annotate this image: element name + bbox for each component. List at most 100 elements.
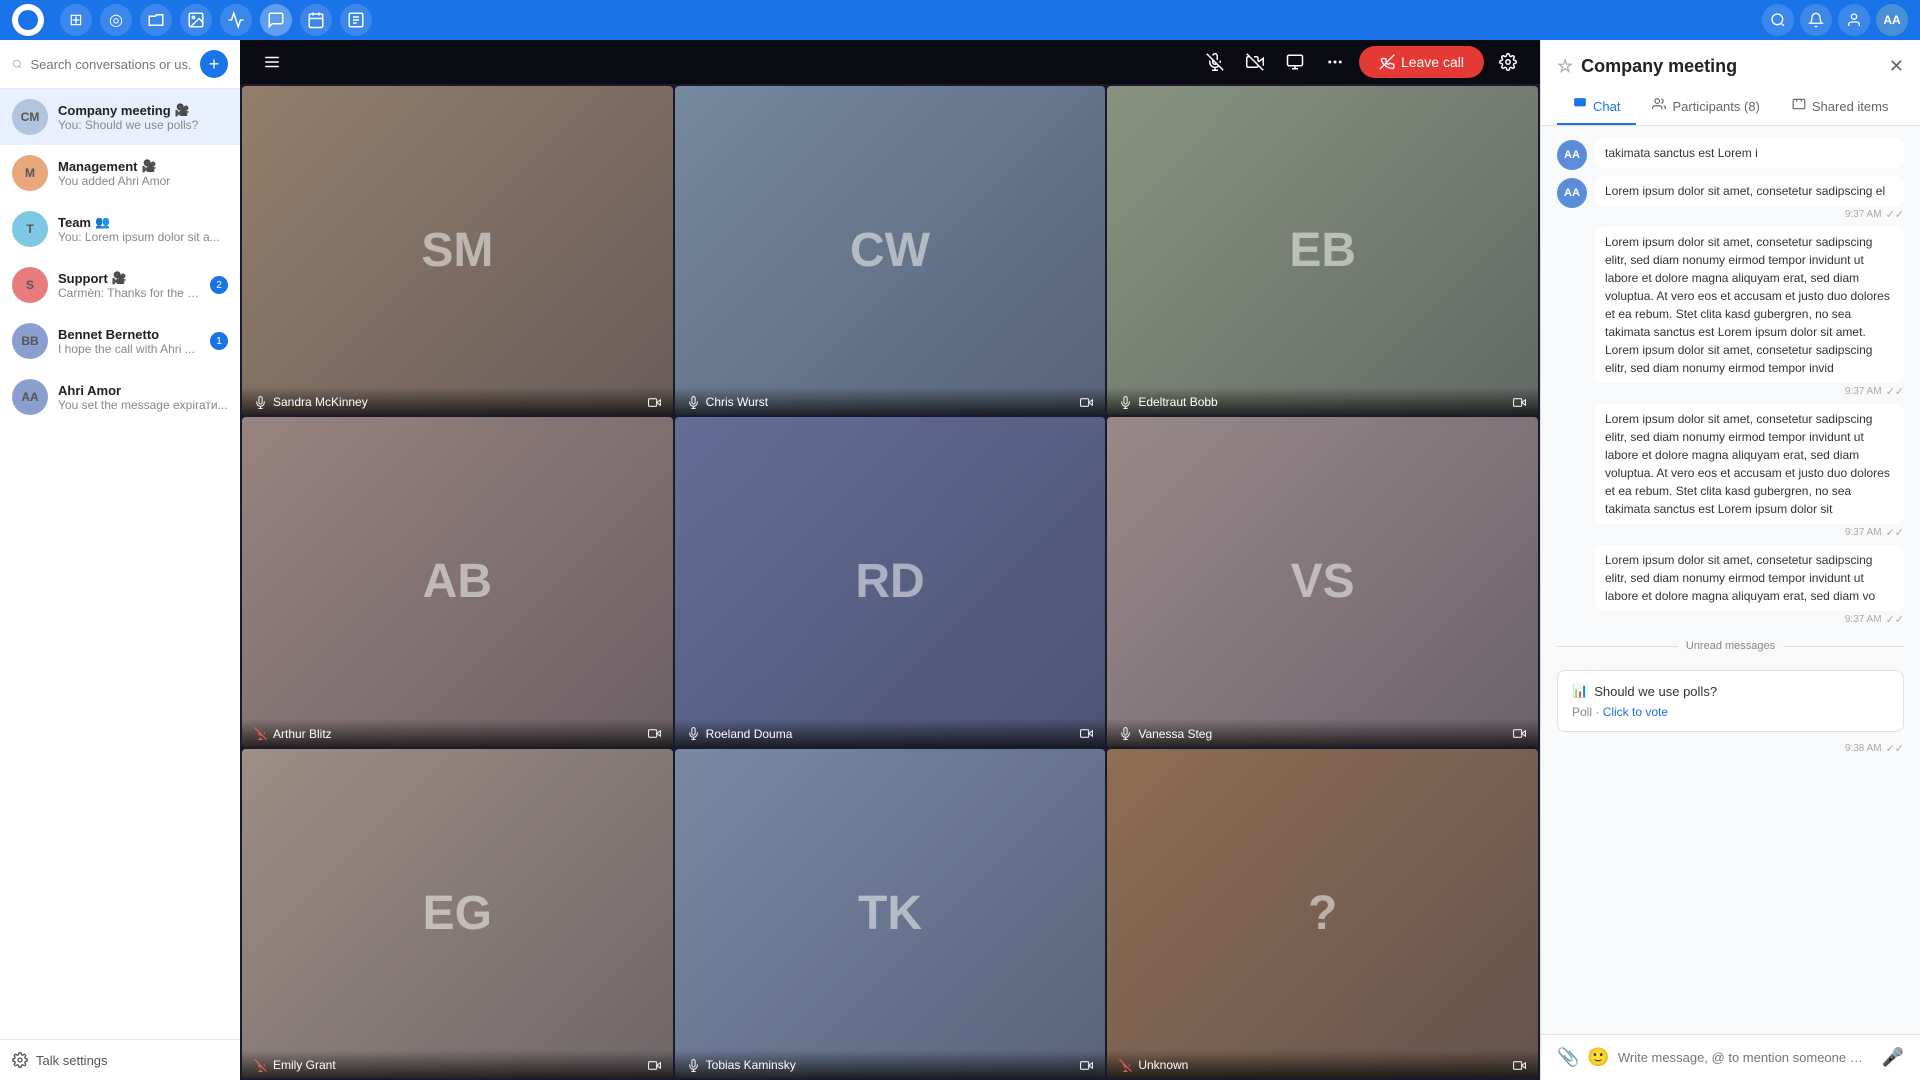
- talk-settings-item[interactable]: Talk settings: [0, 1039, 240, 1080]
- conversation-item-bennet[interactable]: BB Bennet Bernetto I hope the call with …: [0, 313, 240, 369]
- video-topbar: Leave call: [240, 40, 1540, 84]
- conv-preview: You added Ahri Amor: [58, 174, 228, 188]
- unread-messages-divider: Unread messages: [1557, 632, 1904, 660]
- nav-calendar-icon[interactable]: [300, 4, 332, 36]
- nav-search-icon[interactable]: ◎: [100, 4, 132, 36]
- video-cell: EG Emily Grant: [242, 749, 673, 1078]
- message-meta: 9:37 AM ✓✓: [1595, 526, 1904, 539]
- conv-content: Management 🎥 You added Ahri Amor: [58, 159, 228, 188]
- conversation-item-team[interactable]: T Team 👥 You: Lorem ipsum dolor sit a...: [0, 201, 240, 257]
- nav-talk-icon[interactable]: [260, 4, 292, 36]
- message-text: Lorem ipsum dolor sit amet, consetetur s…: [1595, 545, 1904, 611]
- participant-name: Tobias Kaminsky: [687, 1058, 796, 1072]
- message-input[interactable]: [1618, 1050, 1874, 1065]
- conv-content: Team 👥 You: Lorem ipsum dolor sit a...: [58, 215, 228, 244]
- conv-content: Ahri Amor You set the message expirати..…: [58, 383, 228, 412]
- read-check-icon: ✓✓: [1886, 526, 1904, 539]
- nav-contacts-icon[interactable]: [1838, 4, 1870, 36]
- conv-name: Company meeting 🎥: [58, 103, 228, 118]
- message-meta: 9:37 AM ✓✓: [1595, 208, 1904, 221]
- nav-notifications-icon[interactable]: [1800, 4, 1832, 36]
- app-logo[interactable]: [12, 4, 44, 36]
- message-time: 9:37 AM: [1845, 209, 1882, 220]
- mute-button[interactable]: [1199, 46, 1231, 78]
- hamburger-menu-button[interactable]: [256, 46, 288, 78]
- message-bubble: Lorem ipsum dolor sit amet, consetetur s…: [1595, 545, 1904, 626]
- message-meta: 9:37 AM ✓✓: [1595, 613, 1904, 626]
- video-placeholder: VS: [1107, 417, 1538, 746]
- video-placeholder: CW: [675, 86, 1106, 415]
- poll-icon: 📊: [1572, 683, 1588, 699]
- video-cell: VS Vanessa Steg: [1107, 417, 1538, 746]
- camera-button[interactable]: [1239, 46, 1271, 78]
- shared-items-tab-icon: [1792, 97, 1806, 115]
- video-placeholder: AB: [242, 417, 673, 746]
- video-controls: [648, 396, 661, 409]
- video-name-bar: Arthur Blitz: [242, 719, 673, 747]
- video-name-bar: Vanessa Steg: [1107, 719, 1538, 747]
- nav-files-icon[interactable]: ⊞: [60, 4, 92, 36]
- video-name-bar: Unknown: [1107, 1050, 1538, 1078]
- emoji-icon[interactable]: 🙂: [1587, 1047, 1609, 1068]
- more-options-button[interactable]: [1319, 46, 1351, 78]
- conversation-item-support[interactable]: S Support 🎥 Carmèn: Thanks for the li...…: [0, 257, 240, 313]
- conv-avatar: M: [12, 155, 48, 191]
- participants-tab-icon: [1652, 97, 1666, 115]
- message-avatar: AA: [1557, 178, 1587, 208]
- settings-icon: [12, 1052, 28, 1068]
- settings-button[interactable]: [1492, 46, 1524, 78]
- nav-activity-icon[interactable]: [220, 4, 252, 36]
- conv-name: Bennet Bernetto: [58, 327, 200, 342]
- conv-name: Management 🎥: [58, 159, 228, 174]
- message-row: Lorem ipsum dolor sit amet, consetetur s…: [1557, 227, 1904, 398]
- search-input[interactable]: [30, 57, 192, 72]
- participant-name: Chris Wurst: [687, 395, 768, 409]
- video-controls: [1513, 396, 1526, 409]
- nav-photos-icon[interactable]: [180, 4, 212, 36]
- conv-content: Company meeting 🎥 You: Should we use pol…: [58, 103, 228, 132]
- poll-message-row: 📊 Should we use polls? Poll · Click to v…: [1557, 666, 1904, 759]
- new-conversation-button[interactable]: +: [200, 50, 228, 78]
- star-icon[interactable]: ☆: [1557, 56, 1573, 77]
- close-panel-button[interactable]: ✕: [1889, 56, 1904, 77]
- chat-panel: ☆ Company meeting ✕ Chat Participants (8…: [1540, 40, 1920, 1080]
- video-cell: RD Roeland Douma: [675, 417, 1106, 746]
- nav-global-search-icon[interactable]: [1762, 4, 1794, 36]
- tab-chat[interactable]: Chat: [1557, 89, 1636, 125]
- video-cell: CW Chris Wurst: [675, 86, 1106, 415]
- participant-name: Unknown: [1119, 1058, 1188, 1072]
- conv-preview: Carmèn: Thanks for the li...: [58, 286, 200, 300]
- video-controls: [648, 1059, 661, 1072]
- search-bar: +: [0, 40, 240, 89]
- tab-participants[interactable]: Participants (8): [1636, 89, 1775, 125]
- conv-preview: You set the message expirати...: [58, 398, 228, 412]
- conversation-item-ahri[interactable]: AA Ahri Amor You set the message expirат…: [0, 369, 240, 425]
- poll-card[interactable]: 📊 Should we use polls? Poll · Click to v…: [1557, 670, 1904, 732]
- nav-folder-icon[interactable]: [140, 4, 172, 36]
- poll-vote-link[interactable]: Click to vote: [1603, 705, 1668, 719]
- participant-name: Emily Grant: [254, 1058, 336, 1072]
- message-text: takimata sanctus est Lorem i: [1595, 138, 1904, 168]
- nav-notes-icon[interactable]: [340, 4, 372, 36]
- conv-avatar: AA: [12, 379, 48, 415]
- user-avatar[interactable]: AA: [1876, 4, 1908, 36]
- video-name-bar: Edeltraut Bobb: [1107, 387, 1538, 415]
- participant-name: Arthur Blitz: [254, 727, 332, 741]
- message-text: Lorem ipsum dolor sit amet, consetetur s…: [1595, 404, 1904, 524]
- top-navigation: ⊞ ◎ AA: [0, 0, 1920, 40]
- message-row: Lorem ipsum dolor sit amet, consetetur s…: [1557, 404, 1904, 539]
- microphone-icon[interactable]: 🎤: [1882, 1047, 1904, 1068]
- conversation-item-management[interactable]: M Management 🎥 You added Ahri Amor: [0, 145, 240, 201]
- poll-title: Should we use polls?: [1594, 684, 1717, 699]
- read-check-icon: ✓✓: [1886, 613, 1904, 626]
- attachment-icon[interactable]: 📎: [1557, 1047, 1579, 1068]
- tab-shared-items[interactable]: Shared items: [1776, 89, 1905, 125]
- conversation-item-company[interactable]: CM Company meeting 🎥 You: Should we use …: [0, 89, 240, 145]
- leave-call-button[interactable]: Leave call: [1359, 46, 1484, 78]
- screen-share-button[interactable]: [1279, 46, 1311, 78]
- conv-avatar: CM: [12, 99, 48, 135]
- message-row: AA takimata sanctus est Lorem i: [1557, 138, 1904, 170]
- video-placeholder: ?: [1107, 749, 1538, 1078]
- participant-name: Edeltraut Bobb: [1119, 395, 1217, 409]
- video-name-bar: Emily Grant: [242, 1050, 673, 1078]
